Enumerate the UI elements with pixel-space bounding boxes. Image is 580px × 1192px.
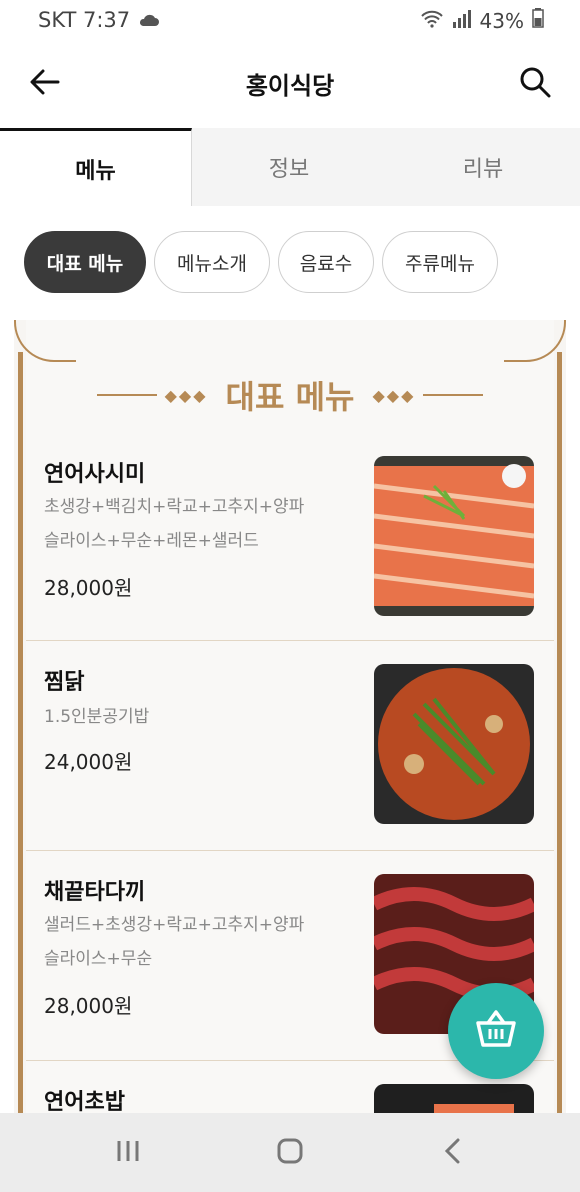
category-chips: 대표 메뉴 메뉴소개 음료수 주류메뉴	[0, 206, 580, 318]
item-description: 1.5인분공기밥	[44, 707, 150, 727]
divider-line	[96, 394, 157, 396]
divider-line	[423, 394, 484, 396]
signal-icon	[452, 9, 472, 33]
item-price: 28,000원	[44, 576, 133, 600]
recent-apps-icon	[115, 1139, 141, 1167]
card-border-left	[18, 352, 23, 1122]
status-bar: SKT 7:37 43%	[0, 0, 580, 44]
diamond-ornament-icon: ◆◆◆	[372, 385, 416, 405]
page-title: 홍이식당	[245, 72, 335, 100]
menu-item[interactable]: 찜닭 1.5인분공기밥 24,000원	[26, 640, 554, 851]
chip-menu-intro[interactable]: 메뉴소개	[154, 231, 270, 293]
salmon-sashimi-photo[interactable]	[374, 456, 534, 616]
nav-back-button[interactable]	[422, 1129, 482, 1177]
cloud-icon	[138, 8, 160, 32]
tab-info[interactable]: 정보	[192, 128, 386, 206]
search-icon	[519, 66, 551, 102]
home-button[interactable]	[260, 1129, 320, 1177]
chip-drinks[interactable]: 음료수	[278, 231, 374, 293]
recent-apps-button[interactable]	[98, 1129, 158, 1177]
item-name: 찜닭	[44, 670, 85, 695]
section-header: ◆◆◆ 대표 메뉴 ◆◆◆	[26, 370, 554, 420]
item-description: 샐러드+초생강+락교+고추지+양파 슬라이스+무순	[44, 915, 305, 969]
carrier-time: SKT 7:37	[38, 8, 131, 32]
basket-icon	[474, 1009, 518, 1053]
battery-icon	[532, 8, 544, 33]
item-description: 초생강+백김치+락교+고추지+양파 슬라이스+무순+레몬+샐러드	[44, 497, 305, 551]
item-name: 연어사시미	[44, 462, 146, 487]
nav-back-icon	[442, 1137, 462, 1169]
menu-item[interactable]: 연어사시미 초생강+백김치+락교+고추지+양파 슬라이스+무순+레몬+샐러드 2…	[26, 432, 554, 641]
cart-button[interactable]	[448, 983, 544, 1079]
search-button[interactable]	[512, 64, 558, 104]
tab-review[interactable]: 리뷰	[386, 128, 580, 206]
braised-chicken-photo[interactable]	[374, 664, 534, 824]
chip-liquor-menu[interactable]: 주류메뉴	[382, 231, 498, 293]
battery-percent: 43%	[479, 8, 524, 33]
tab-bar: 메뉴 정보 리뷰	[0, 128, 580, 207]
diamond-ornament-icon: ◆◆◆	[164, 385, 208, 405]
item-price: 24,000원	[44, 750, 133, 774]
home-icon	[276, 1137, 304, 1169]
section-title: 대표 메뉴	[225, 378, 355, 416]
tab-menu[interactable]: 메뉴	[0, 128, 192, 206]
card-border-right	[557, 352, 562, 1122]
item-name: 연어초밥	[44, 1090, 125, 1115]
item-name: 채끝타다끼	[44, 880, 146, 905]
item-price: 28,000원	[44, 994, 133, 1018]
wifi-icon	[420, 9, 444, 33]
system-nav-bar	[0, 1113, 580, 1192]
chip-signature-menu[interactable]: 대표 메뉴	[24, 231, 146, 293]
app-header: 홍이식당	[0, 44, 580, 128]
